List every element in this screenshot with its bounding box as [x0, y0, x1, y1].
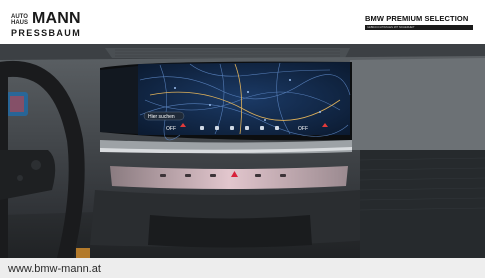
search-hint[interactable]: Hier suchen	[148, 114, 175, 120]
premium-selection-title: BMW PREMIUM SELECTION	[365, 14, 469, 23]
climate-left-status: OFF	[166, 126, 176, 132]
premium-selection-strap: GEBRAUCHTWAGEN MIT SICHERHEIT	[365, 25, 473, 30]
curved-display	[100, 61, 352, 141]
car-interior-photo: Hier suchen OFF OFF	[0, 0, 485, 278]
website-url: www.bmw-mann.at	[8, 263, 101, 275]
climate-right-status: OFF	[298, 126, 308, 132]
premium-selection-badge: BMW PREMIUM SELECTION GEBRAUCHTWAGEN MIT…	[365, 14, 473, 30]
dealer-logo: AUTO HAUS MANN PRESSBAUM	[11, 10, 82, 39]
dealer-logo-prefix: AUTO HAUS	[11, 14, 29, 26]
dealer-logo-name: MANN	[32, 10, 81, 27]
dealer-logo-location: PRESSBAUM	[11, 28, 82, 38]
